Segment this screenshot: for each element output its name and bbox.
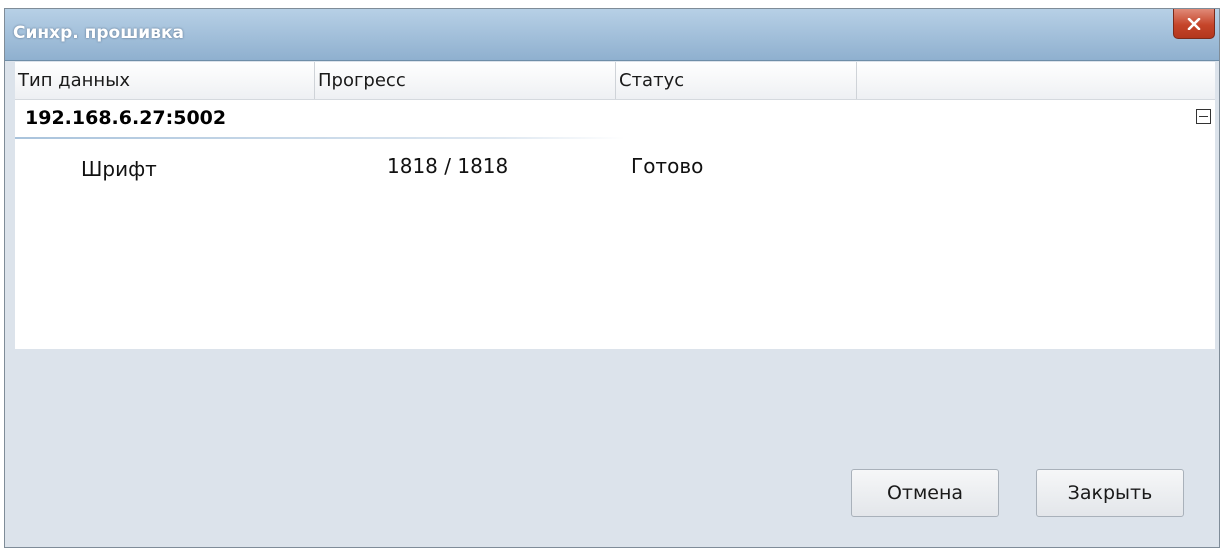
sync-firmware-dialog: Синхр. прошивка Тип данных Прогресс Стат…: [4, 8, 1220, 548]
grid-header: Тип данных Прогресс Статус: [15, 62, 1215, 100]
window-title: Синхр. прошивка: [13, 23, 184, 43]
group-row[interactable]: 192.168.6.27:5002: [15, 100, 1215, 139]
group-label-device-address: 192.168.6.27:5002: [25, 107, 227, 129]
table-row[interactable]: Шрифт 1818 / 1818 Готово: [15, 139, 1215, 191]
cell-status: Готово: [631, 154, 704, 178]
column-header-empty: [857, 62, 1215, 99]
cell-data-type: Шрифт: [81, 157, 157, 181]
close-icon: [1187, 17, 1201, 30]
column-header-status[interactable]: Статус: [616, 62, 857, 99]
column-header-progress[interactable]: Прогресс: [315, 62, 616, 99]
cancel-button[interactable]: Отмена: [851, 469, 999, 517]
data-grid: Тип данных Прогресс Статус 192.168.6.27:…: [15, 62, 1215, 349]
title-bar[interactable]: Синхр. прошивка: [5, 9, 1219, 61]
cell-progress: 1818 / 1818: [387, 154, 509, 178]
close-window-button[interactable]: [1173, 9, 1215, 39]
close-button[interactable]: Закрыть: [1036, 469, 1184, 517]
column-header-data-type[interactable]: Тип данных: [15, 62, 315, 99]
collapse-minus-icon[interactable]: [1196, 109, 1211, 124]
